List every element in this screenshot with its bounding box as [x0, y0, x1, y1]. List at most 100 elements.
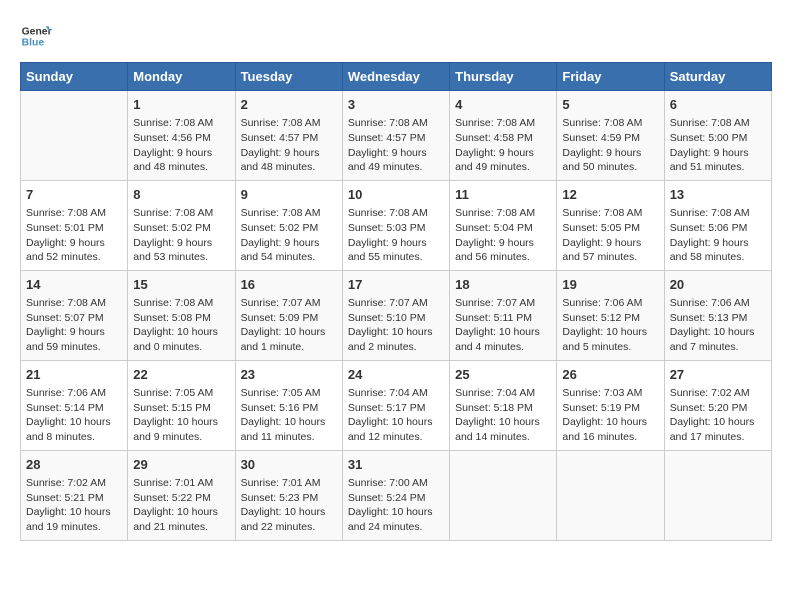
day-number: 5: [562, 96, 658, 114]
calendar-cell: 13 Sunrise: 7:08 AM Sunset: 5:06 PM Dayli…: [664, 180, 771, 270]
day-number: 22: [133, 366, 229, 384]
calendar-cell: 31 Sunrise: 7:00 AM Sunset: 5:24 PM Dayli…: [342, 450, 449, 540]
calendar-cell: 25 Sunrise: 7:04 AM Sunset: 5:18 PM Dayli…: [450, 360, 557, 450]
day-number: 1: [133, 96, 229, 114]
calendar-cell: 3Sunrise: 7:08 AM Sunset: 4:57 PM Daylig…: [342, 91, 449, 181]
day-number: 9: [241, 186, 337, 204]
calendar-cell: 4Sunrise: 7:08 AM Sunset: 4:58 PM Daylig…: [450, 91, 557, 181]
day-number: 31: [348, 456, 444, 474]
day-number: 2: [241, 96, 337, 114]
day-number: 7: [26, 186, 122, 204]
calendar-cell: 10 Sunrise: 7:08 AM Sunset: 5:03 PM Dayli…: [342, 180, 449, 270]
calendar-cell: 7 Sunrise: 7:08 AM Sunset: 5:01 PM Daylig…: [21, 180, 128, 270]
calendar-cell: [21, 91, 128, 181]
day-number: 6: [670, 96, 766, 114]
calendar-header-row: SundayMondayTuesdayWednesdayThursdayFrid…: [21, 63, 772, 91]
day-number: 30: [241, 456, 337, 474]
day-info: Sunrise: 7:08 AM Sunset: 4:59 PM Dayligh…: [562, 116, 658, 175]
day-info: Sunrise: 7:08 AM Sunset: 4:57 PM Dayligh…: [241, 116, 337, 175]
day-number: 20: [670, 276, 766, 294]
calendar-cell: 19Sunrise: 7:06 AM Sunset: 5:12 PM Dayli…: [557, 270, 664, 360]
calendar-cell: 26 Sunrise: 7:03 AM Sunset: 5:19 PM Dayli…: [557, 360, 664, 450]
calendar-week-row: 1 Sunrise: 7:08 AM Sunset: 4:56 PM Daylig…: [21, 91, 772, 181]
calendar-cell: 16 Sunrise: 7:07 AM Sunset: 5:09 PM Dayli…: [235, 270, 342, 360]
calendar-week-row: 21Sunrise: 7:06 AM Sunset: 5:14 PM Dayli…: [21, 360, 772, 450]
day-info: Sunrise: 7:02 AM Sunset: 5:20 PM Dayligh…: [670, 386, 766, 445]
day-number: 16: [241, 276, 337, 294]
day-info: Sunrise: 7:07 AM Sunset: 5:09 PM Dayligh…: [241, 296, 337, 355]
calendar-cell: 28 Sunrise: 7:02 AM Sunset: 5:21 PM Dayli…: [21, 450, 128, 540]
day-info: Sunrise: 7:08 AM Sunset: 5:00 PM Dayligh…: [670, 116, 766, 175]
calendar-cell: [664, 450, 771, 540]
day-number: 17: [348, 276, 444, 294]
day-info: Sunrise: 7:05 AM Sunset: 5:16 PM Dayligh…: [241, 386, 337, 445]
calendar-week-row: 28 Sunrise: 7:02 AM Sunset: 5:21 PM Dayli…: [21, 450, 772, 540]
calendar-cell: 11Sunrise: 7:08 AM Sunset: 5:04 PM Dayli…: [450, 180, 557, 270]
day-info: Sunrise: 7:08 AM Sunset: 5:07 PM Dayligh…: [26, 296, 122, 355]
weekday-header-saturday: Saturday: [664, 63, 771, 91]
day-info: Sunrise: 7:08 AM Sunset: 5:01 PM Dayligh…: [26, 206, 122, 265]
day-number: 21: [26, 366, 122, 384]
calendar-cell: 21Sunrise: 7:06 AM Sunset: 5:14 PM Dayli…: [21, 360, 128, 450]
day-number: 15: [133, 276, 229, 294]
day-info: Sunrise: 7:08 AM Sunset: 4:57 PM Dayligh…: [348, 116, 444, 175]
day-number: 28: [26, 456, 122, 474]
logo-icon: General Blue: [20, 20, 52, 52]
calendar-cell: 30 Sunrise: 7:01 AM Sunset: 5:23 PM Dayli…: [235, 450, 342, 540]
day-number: 13: [670, 186, 766, 204]
calendar-cell: 15 Sunrise: 7:08 AM Sunset: 5:08 PM Dayli…: [128, 270, 235, 360]
day-info: Sunrise: 7:06 AM Sunset: 5:13 PM Dayligh…: [670, 296, 766, 355]
calendar-cell: 5 Sunrise: 7:08 AM Sunset: 4:59 PM Daylig…: [557, 91, 664, 181]
weekday-header-monday: Monday: [128, 63, 235, 91]
day-info: Sunrise: 7:07 AM Sunset: 5:10 PM Dayligh…: [348, 296, 444, 355]
day-info: Sunrise: 7:00 AM Sunset: 5:24 PM Dayligh…: [348, 476, 444, 535]
day-number: 26: [562, 366, 658, 384]
day-number: 19: [562, 276, 658, 294]
day-info: Sunrise: 7:08 AM Sunset: 5:03 PM Dayligh…: [348, 206, 444, 265]
day-info: Sunrise: 7:05 AM Sunset: 5:15 PM Dayligh…: [133, 386, 229, 445]
day-info: Sunrise: 7:08 AM Sunset: 4:58 PM Dayligh…: [455, 116, 551, 175]
day-info: Sunrise: 7:03 AM Sunset: 5:19 PM Dayligh…: [562, 386, 658, 445]
weekday-header-wednesday: Wednesday: [342, 63, 449, 91]
day-info: Sunrise: 7:08 AM Sunset: 5:08 PM Dayligh…: [133, 296, 229, 355]
day-number: 25: [455, 366, 551, 384]
calendar-cell: 17 Sunrise: 7:07 AM Sunset: 5:10 PM Dayli…: [342, 270, 449, 360]
day-info: Sunrise: 7:08 AM Sunset: 5:02 PM Dayligh…: [241, 206, 337, 265]
calendar-cell: 20 Sunrise: 7:06 AM Sunset: 5:13 PM Dayli…: [664, 270, 771, 360]
day-info: Sunrise: 7:08 AM Sunset: 5:02 PM Dayligh…: [133, 206, 229, 265]
svg-text:Blue: Blue: [22, 38, 45, 49]
calendar-cell: 8 Sunrise: 7:08 AM Sunset: 5:02 PM Daylig…: [128, 180, 235, 270]
day-info: Sunrise: 7:02 AM Sunset: 5:21 PM Dayligh…: [26, 476, 122, 535]
calendar-table: SundayMondayTuesdayWednesdayThursdayFrid…: [20, 62, 772, 541]
logo: General Blue: [20, 20, 56, 52]
calendar-cell: 29Sunrise: 7:01 AM Sunset: 5:22 PM Dayli…: [128, 450, 235, 540]
weekday-header-friday: Friday: [557, 63, 664, 91]
day-number: 23: [241, 366, 337, 384]
day-info: Sunrise: 7:01 AM Sunset: 5:22 PM Dayligh…: [133, 476, 229, 535]
calendar-cell: [557, 450, 664, 540]
page-header: General Blue: [20, 20, 772, 52]
day-number: 12: [562, 186, 658, 204]
day-info: Sunrise: 7:01 AM Sunset: 5:23 PM Dayligh…: [241, 476, 337, 535]
day-number: 27: [670, 366, 766, 384]
calendar-week-row: 7 Sunrise: 7:08 AM Sunset: 5:01 PM Daylig…: [21, 180, 772, 270]
calendar-cell: 12Sunrise: 7:08 AM Sunset: 5:05 PM Dayli…: [557, 180, 664, 270]
day-info: Sunrise: 7:08 AM Sunset: 5:06 PM Dayligh…: [670, 206, 766, 265]
calendar-cell: 2 Sunrise: 7:08 AM Sunset: 4:57 PM Daylig…: [235, 91, 342, 181]
day-number: 18: [455, 276, 551, 294]
day-number: 10: [348, 186, 444, 204]
calendar-cell: 14 Sunrise: 7:08 AM Sunset: 5:07 PM Dayli…: [21, 270, 128, 360]
calendar-cell: 6 Sunrise: 7:08 AM Sunset: 5:00 PM Daylig…: [664, 91, 771, 181]
day-number: 14: [26, 276, 122, 294]
calendar-cell: 24Sunrise: 7:04 AM Sunset: 5:17 PM Dayli…: [342, 360, 449, 450]
day-info: Sunrise: 7:08 AM Sunset: 4:56 PM Dayligh…: [133, 116, 229, 175]
calendar-cell: [450, 450, 557, 540]
calendar-cell: 18Sunrise: 7:07 AM Sunset: 5:11 PM Dayli…: [450, 270, 557, 360]
calendar-cell: 9 Sunrise: 7:08 AM Sunset: 5:02 PM Daylig…: [235, 180, 342, 270]
calendar-week-row: 14 Sunrise: 7:08 AM Sunset: 5:07 PM Dayli…: [21, 270, 772, 360]
day-info: Sunrise: 7:04 AM Sunset: 5:18 PM Dayligh…: [455, 386, 551, 445]
day-number: 8: [133, 186, 229, 204]
weekday-header-sunday: Sunday: [21, 63, 128, 91]
day-info: Sunrise: 7:08 AM Sunset: 5:04 PM Dayligh…: [455, 206, 551, 265]
day-info: Sunrise: 7:04 AM Sunset: 5:17 PM Dayligh…: [348, 386, 444, 445]
